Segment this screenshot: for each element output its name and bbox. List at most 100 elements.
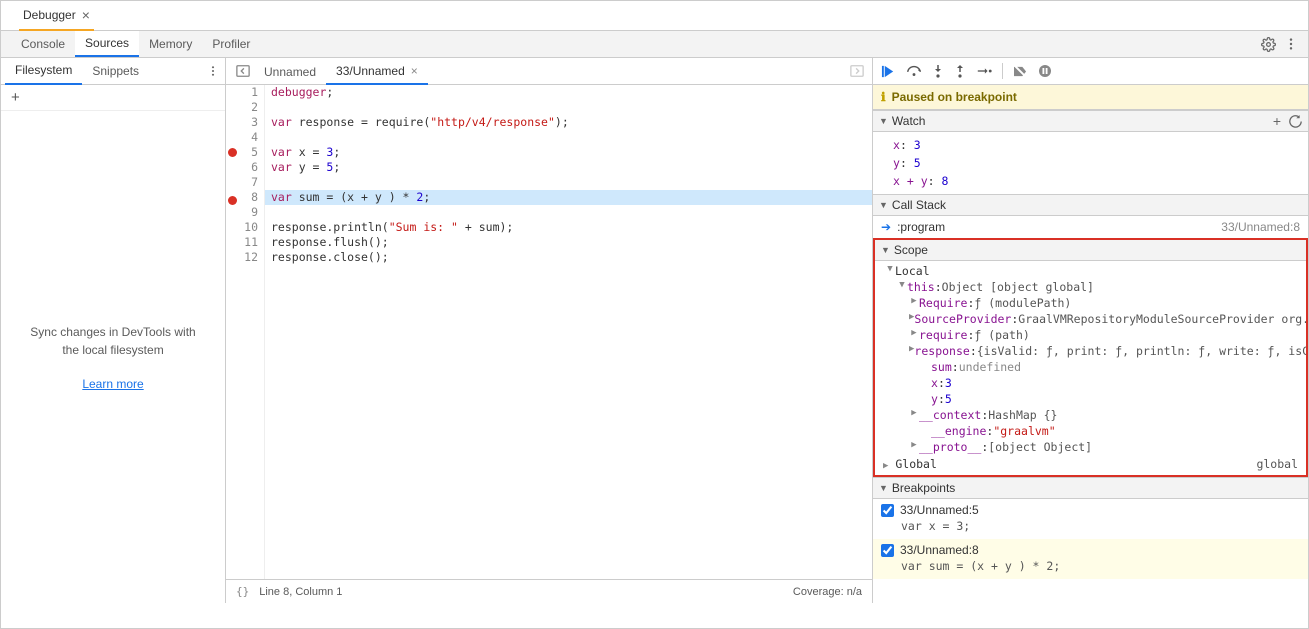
breakpoints-header[interactable]: ▼ Breakpoints <box>873 477 1308 499</box>
line-number[interactable]: 1 <box>239 85 258 100</box>
nav-back-icon[interactable] <box>232 64 254 78</box>
tab-profiler[interactable]: Profiler <box>202 31 260 57</box>
pause-exceptions-icon[interactable] <box>1038 64 1052 78</box>
code-line[interactable]: var response = require("http/v4/response… <box>265 115 872 130</box>
nav-fwd-icon[interactable] <box>850 64 864 78</box>
scope-property[interactable]: ▶Require: ƒ (modulePath) <box>875 295 1306 311</box>
step-into-icon[interactable] <box>932 64 944 78</box>
line-number[interactable]: 7 <box>239 175 258 190</box>
scope-global[interactable]: ▶ Global global <box>875 455 1306 473</box>
tab-filesystem[interactable]: Filesystem <box>5 58 82 85</box>
window-tab-strip: Debugger × <box>1 1 1308 31</box>
line-number[interactable]: 11 <box>239 235 258 250</box>
line-number[interactable]: 8 <box>239 190 258 205</box>
current-frame-icon: ➔ <box>881 220 891 234</box>
scope-property[interactable]: sum: undefined <box>875 359 1306 375</box>
tab-sources[interactable]: Sources <box>75 31 139 57</box>
breakpoint-dot[interactable] <box>228 148 237 157</box>
watch-item[interactable]: x: 3 <box>893 136 1308 154</box>
scope-property[interactable]: y: 5 <box>875 391 1306 407</box>
cursor-position: Line 8, Column 1 <box>259 586 342 598</box>
code-line[interactable]: var sum = (x + y ) * 2; <box>265 190 872 205</box>
code-editor[interactable]: 123456789101112 debugger;var response = … <box>226 85 872 579</box>
watch-header[interactable]: ▼ Watch + <box>873 110 1308 132</box>
breakpoint-label: 33/Unnamed:5 <box>900 503 979 517</box>
resume-icon[interactable] <box>881 64 896 79</box>
code-line[interactable] <box>265 175 872 190</box>
callstack-header[interactable]: ▼ Call Stack <box>873 194 1308 216</box>
editor-tab[interactable]: Unnamed <box>254 58 326 85</box>
step-out-icon[interactable] <box>954 64 966 78</box>
code-line[interactable]: response.flush(); <box>265 235 872 250</box>
line-number[interactable]: 10 <box>239 220 258 235</box>
scope-property[interactable]: ▶require: ƒ (path) <box>875 327 1306 343</box>
frame-location: 33/Unnamed:8 <box>1221 220 1300 234</box>
editor-tab[interactable]: 33/Unnamed × <box>326 58 428 85</box>
code-line[interactable] <box>265 130 872 145</box>
refresh-icon[interactable] <box>1289 113 1302 129</box>
callstack-frame[interactable]: ➔:program 33/Unnamed:8 <box>873 216 1308 238</box>
scope-property[interactable]: x: 3 <box>875 375 1306 391</box>
breakpoints-title: Breakpoints <box>892 481 955 495</box>
code-line[interactable] <box>265 100 872 115</box>
scope-header[interactable]: ▼ Scope <box>875 240 1306 261</box>
scope-this[interactable]: ▼this: Object [object global] <box>875 279 1306 295</box>
close-icon[interactable]: × <box>411 64 418 78</box>
scope-highlight-box: ▼ Scope ▼Local ▼this: Object [object glo… <box>873 238 1308 477</box>
editor-tab-label: 33/Unnamed <box>336 64 405 78</box>
breakpoint-dot[interactable] <box>228 196 237 205</box>
scope-property[interactable]: ▶response: {isValid: ƒ, print: ƒ, printl… <box>875 343 1306 359</box>
scope-property[interactable]: ▶SourceProvider: GraalVMRepositoryModule… <box>875 311 1306 327</box>
line-number[interactable]: 9 <box>239 205 258 220</box>
plus-icon[interactable]: + <box>11 89 20 106</box>
debugger-sidebar: ℹ Paused on breakpoint ▼ Watch + x: 3y: … <box>873 58 1308 603</box>
sync-hint-text: Sync changes in DevTools with the local … <box>25 323 201 359</box>
breakpoint-checkbox[interactable] <box>881 504 894 517</box>
kebab-icon[interactable] <box>1284 37 1298 51</box>
line-number[interactable]: 12 <box>239 250 258 265</box>
plus-icon[interactable]: + <box>1273 113 1281 129</box>
watch-title: Watch <box>892 114 926 128</box>
scope-body: ▼Local ▼this: Object [object global] ▶Re… <box>875 261 1306 475</box>
code-line[interactable]: var y = 5; <box>265 160 872 175</box>
tab-snippets[interactable]: Snippets <box>82 58 149 85</box>
tab-console[interactable]: Console <box>11 31 75 57</box>
code-line[interactable]: response.close(); <box>265 250 872 265</box>
scope-property[interactable]: __engine: "graalvm" <box>875 423 1306 439</box>
scope-global-label: Global <box>895 457 937 471</box>
code-line[interactable]: var x = 3; <box>265 145 872 160</box>
gear-icon[interactable] <box>1261 37 1276 52</box>
breakpoint-item[interactable]: 33/Unnamed:5var x = 3; <box>873 499 1308 539</box>
learn-more-link[interactable]: Learn more <box>82 377 143 391</box>
scope-local[interactable]: ▼Local <box>875 263 1306 279</box>
window-tab-debugger[interactable]: Debugger × <box>19 1 94 31</box>
coverage-label: Coverage: n/a <box>793 586 862 598</box>
watch-item[interactable]: x + y: 8 <box>893 172 1308 190</box>
breakpoint-item[interactable]: 33/Unnamed:8var sum = (x + y ) * 2; <box>873 539 1308 579</box>
debugger-toolbar <box>873 58 1308 85</box>
watch-item[interactable]: y: 5 <box>893 154 1308 172</box>
watch-list: x: 3y: 5x + y: 8 <box>873 132 1308 194</box>
breakpoint-checkbox[interactable] <box>881 544 894 557</box>
deactivate-breakpoints-icon[interactable] <box>1013 65 1028 78</box>
step-over-icon[interactable] <box>906 64 922 78</box>
line-number[interactable]: 6 <box>239 160 258 175</box>
chevron-down-icon: ▼ <box>881 245 890 255</box>
line-number[interactable]: 5 <box>239 145 258 160</box>
callstack-title: Call Stack <box>892 198 946 212</box>
scope-property[interactable]: ▶__context: HashMap {} <box>875 407 1306 423</box>
line-number[interactable]: 2 <box>239 100 258 115</box>
code-line[interactable]: response.println("Sum is: " + sum); <box>265 220 872 235</box>
code-line[interactable] <box>265 205 872 220</box>
scope-property[interactable]: ▶__proto__: [object Object] <box>875 439 1306 455</box>
kebab-icon[interactable] <box>207 65 219 77</box>
scope-title: Scope <box>894 243 928 257</box>
braces-icon[interactable]: {} <box>236 585 249 598</box>
tab-memory[interactable]: Memory <box>139 31 202 57</box>
step-icon[interactable] <box>976 65 992 77</box>
line-number[interactable]: 4 <box>239 130 258 145</box>
code-line[interactable]: debugger; <box>265 85 872 100</box>
close-icon[interactable]: × <box>82 7 90 23</box>
line-number[interactable]: 3 <box>239 115 258 130</box>
panel-tab-bar: ConsoleSourcesMemoryProfiler <box>1 31 1308 58</box>
